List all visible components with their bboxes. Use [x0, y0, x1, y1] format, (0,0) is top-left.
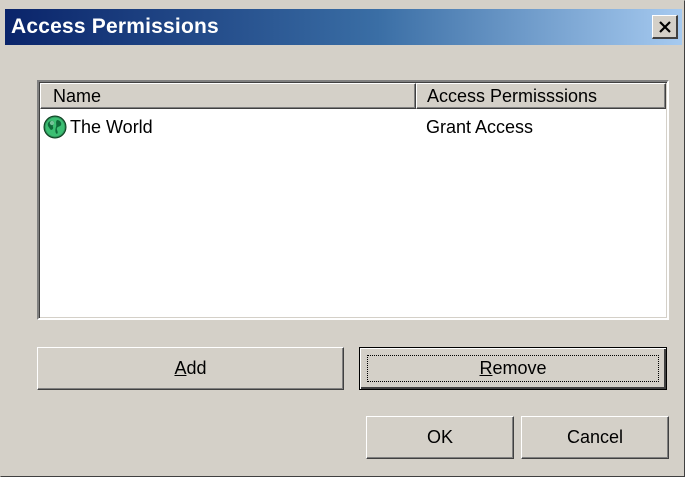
globe-icon: [43, 115, 67, 139]
list-header: Name Access Permisssions: [40, 83, 666, 109]
window-title: Access Permissions: [11, 15, 219, 38]
remove-button[interactable]: Remove: [359, 347, 667, 390]
column-header-name[interactable]: Name: [40, 83, 416, 109]
cancel-button[interactable]: Cancel: [521, 416, 669, 459]
ok-button[interactable]: OK: [366, 416, 514, 459]
row-permission-label: Grant Access: [426, 116, 534, 137]
close-button[interactable]: [652, 15, 678, 39]
access-permissions-dialog: Access Permissions Name Access Permisssi…: [0, 0, 685, 477]
row-name-label: The World: [70, 116, 153, 137]
remove-mnemonic: R: [479, 358, 493, 378]
add-button[interactable]: Add: [37, 347, 344, 390]
list-item[interactable]: The World Grant Access: [43, 113, 663, 141]
permissions-list[interactable]: Name Access Permisssions The World Grant…: [37, 80, 669, 320]
add-mnemonic: A: [174, 358, 187, 378]
close-icon: [658, 20, 671, 33]
add-label-rest: dd: [186, 358, 207, 378]
title-bar[interactable]: Access Permissions: [5, 9, 682, 45]
remove-label-rest: emove: [492, 358, 547, 378]
column-header-access-permissions[interactable]: Access Permisssions: [416, 83, 666, 109]
